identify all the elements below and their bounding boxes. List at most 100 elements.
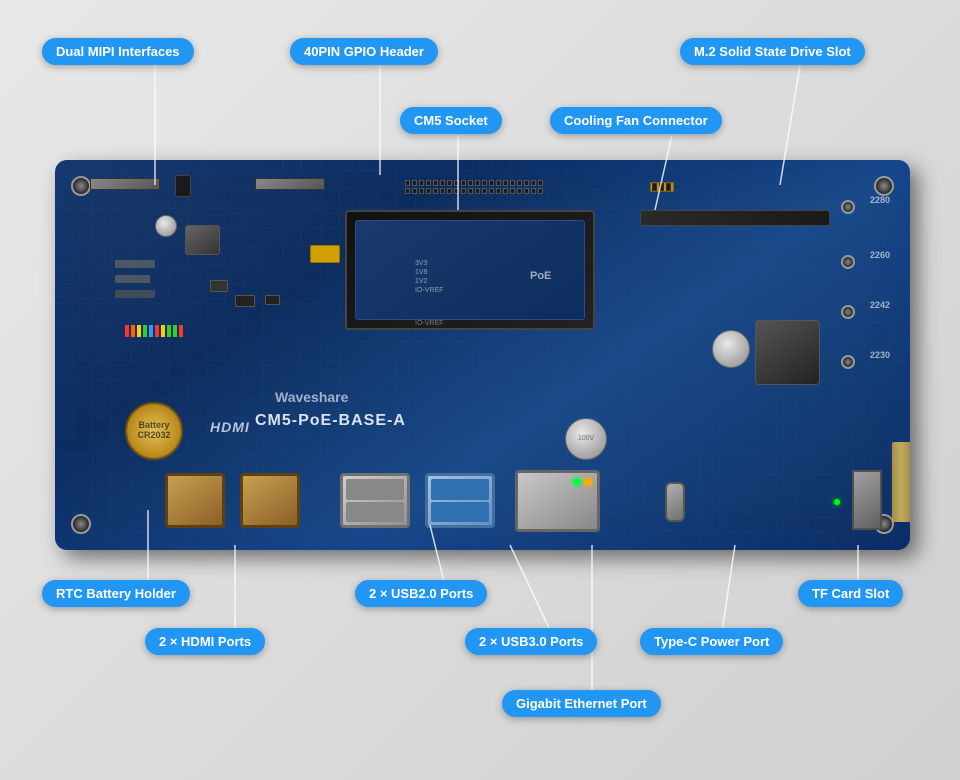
gpio-pin (517, 180, 522, 186)
gpio-pin (433, 180, 438, 186)
gpio-pin (419, 188, 424, 194)
gpio-pin (496, 180, 501, 186)
gpio-pin (489, 188, 494, 194)
battery-label-line2: CR2032 (137, 431, 170, 441)
gpio-pin (524, 180, 529, 186)
gpio-pin (433, 188, 438, 194)
power-switch (175, 175, 191, 197)
gpio-pin (538, 180, 543, 186)
gpio-pin (454, 180, 459, 186)
voltage-regulator (755, 320, 820, 385)
colored-pin (179, 325, 183, 337)
fpc-mipi-left (90, 178, 160, 190)
eth-led-orange (584, 478, 592, 486)
m2-label-2280: 2280 (870, 195, 890, 205)
main-scene: Dual MIPI Interfaces 40PIN GPIO Header C… (0, 0, 960, 780)
colored-pin (125, 325, 129, 337)
gpio-pin (482, 188, 487, 194)
small-chip-3 (210, 280, 228, 292)
m2-label-2242: 2242 (870, 300, 890, 310)
waveshare-logo-text: Waveshare (275, 389, 348, 405)
gpio-pin (517, 188, 522, 194)
capacitor-100v: 100V (565, 418, 607, 460)
gpio-pin (412, 188, 417, 194)
label-cooling-fan: Cooling Fan Connector (550, 107, 722, 134)
gpio-pin (475, 188, 480, 194)
cooling-fan-connector (650, 182, 674, 192)
board-name-label: CM5-PoE-BASE-A (255, 412, 406, 430)
yellow-connector (310, 245, 340, 263)
gpio-pin (503, 188, 508, 194)
label-m2-ssd: M.2 Solid State Drive Slot (680, 38, 865, 65)
m2-label-2230: 2230 (870, 350, 890, 360)
colored-pin (155, 325, 159, 337)
gpio-pin (503, 180, 508, 186)
gpio-pin (454, 188, 459, 194)
gpio-pin (482, 180, 487, 186)
gpio-pin (510, 188, 515, 194)
capacitor-main (712, 330, 750, 368)
colored-pin (149, 325, 153, 337)
gpio-pin (496, 188, 501, 194)
inductor (185, 225, 220, 255)
label-hdmi-ports: 2 × HDMI Ports (145, 628, 265, 655)
mount-hole-bl (71, 514, 91, 534)
cm5-socket-component (345, 210, 595, 330)
colored-pin (131, 325, 135, 337)
edge-connector-bottom-right (892, 442, 910, 522)
colored-pin (161, 325, 165, 337)
io-vref-label: IO-VREF (415, 320, 443, 327)
small-chip-2 (265, 295, 280, 305)
rtc-battery-component: Battery CR2032 (125, 402, 183, 460)
mount-hole-tr (874, 176, 894, 196)
gpio-pin (426, 180, 431, 186)
mount-hole-m2-2 (841, 255, 855, 269)
mount-hole-m2-3 (841, 305, 855, 319)
gpio-pin (468, 180, 473, 186)
label-usb3-ports: 2 × USB3.0 Ports (465, 628, 597, 655)
gpio-pin (440, 180, 445, 186)
waveshare-logo: Waveshare (275, 389, 348, 405)
gpio-pin (531, 188, 536, 194)
m2-label-2260: 2260 (870, 250, 890, 260)
gpio-color-strip (125, 325, 183, 337)
resistor-2 (115, 275, 150, 283)
resistors-area (115, 260, 205, 310)
hdmi-board-label: HDMI (210, 419, 250, 435)
fan-pin (659, 183, 664, 191)
gpio-pin (405, 188, 410, 194)
label-tf-card: TF Card Slot (798, 580, 903, 607)
fpc-mipi-right (255, 178, 325, 190)
gpio-pin (426, 188, 431, 194)
gpio-pin (440, 188, 445, 194)
usb3-port-stack (425, 473, 495, 528)
fan-pin (666, 183, 671, 191)
small-chip-1 (235, 295, 255, 307)
colored-pin (137, 325, 141, 337)
label-usb2-ports: 2 × USB2.0 Ports (355, 580, 487, 607)
label-type-c: Type-C Power Port (640, 628, 783, 655)
gpio-pin (475, 180, 480, 186)
gpio-pin (524, 188, 529, 194)
gpio-pin (461, 180, 466, 186)
gpio-pin (538, 188, 543, 194)
gpio-pin (468, 188, 473, 194)
mount-hole-m2-1 (841, 200, 855, 214)
gpio-pin (419, 180, 424, 186)
label-gpio-header: 40PIN GPIO Header (290, 38, 438, 65)
eth-led-green (573, 478, 581, 486)
fan-pin (652, 183, 657, 191)
colored-pin (173, 325, 177, 337)
resistor-3 (115, 290, 155, 298)
usb2-port-stack (340, 473, 410, 528)
resistor-1 (115, 260, 155, 268)
pcb-board: 2280 2260 2242 2230 (55, 160, 910, 550)
gpio-pin (447, 180, 452, 186)
poe-label: PoE (530, 270, 551, 282)
type-c-port (665, 482, 685, 522)
usb3-slot-bottom (431, 502, 489, 523)
label-rtc-battery: RTC Battery Holder (42, 580, 190, 607)
mount-hole-m2-4 (841, 355, 855, 369)
voltage-labels: 3V3 1V8 1V2 IO-VREF (415, 260, 443, 294)
hdmi-port-1 (165, 473, 225, 528)
